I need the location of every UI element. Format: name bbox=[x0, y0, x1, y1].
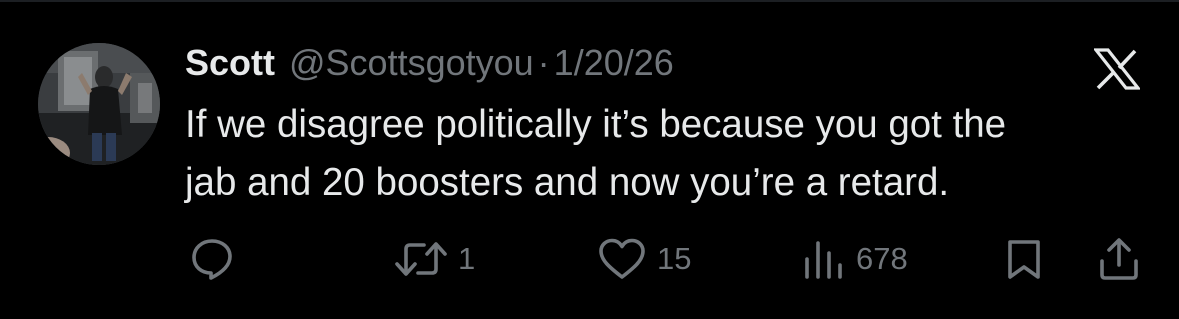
avatar[interactable] bbox=[38, 43, 160, 165]
reply-bubble-icon bbox=[192, 239, 232, 280]
views-button[interactable]: 678 bbox=[802, 236, 908, 282]
retweet-count: 1 bbox=[458, 241, 476, 276]
like-count: 15 bbox=[657, 241, 692, 276]
user-handle[interactable]: @Scottsgotyou bbox=[289, 40, 534, 86]
display-name[interactable]: Scott bbox=[185, 40, 275, 86]
like-button[interactable]: 15 bbox=[597, 236, 691, 282]
top-divider bbox=[0, 0, 1179, 2]
heart-icon bbox=[599, 238, 645, 279]
x-logo-icon bbox=[1094, 48, 1140, 90]
share-button[interactable] bbox=[1097, 236, 1141, 282]
tweet-text: If we disagree politically it’s because … bbox=[185, 103, 1007, 204]
bookmark-button[interactable] bbox=[1004, 236, 1044, 282]
tweet-header: Scott @Scottsgotyou · 1/20/26 bbox=[185, 40, 674, 86]
reply-button[interactable] bbox=[190, 236, 244, 282]
tweet-date[interactable]: 1/20/26 bbox=[554, 40, 674, 86]
retweet-button[interactable]: 1 bbox=[394, 236, 475, 282]
avatar-photo bbox=[38, 43, 160, 165]
header-separator: · bbox=[537, 42, 550, 83]
retweet-icon bbox=[395, 242, 447, 276]
views-bar-chart-icon bbox=[805, 241, 842, 279]
share-icon bbox=[1100, 238, 1138, 280]
views-count: 678 bbox=[856, 241, 908, 276]
bookmark-icon bbox=[1008, 240, 1040, 279]
